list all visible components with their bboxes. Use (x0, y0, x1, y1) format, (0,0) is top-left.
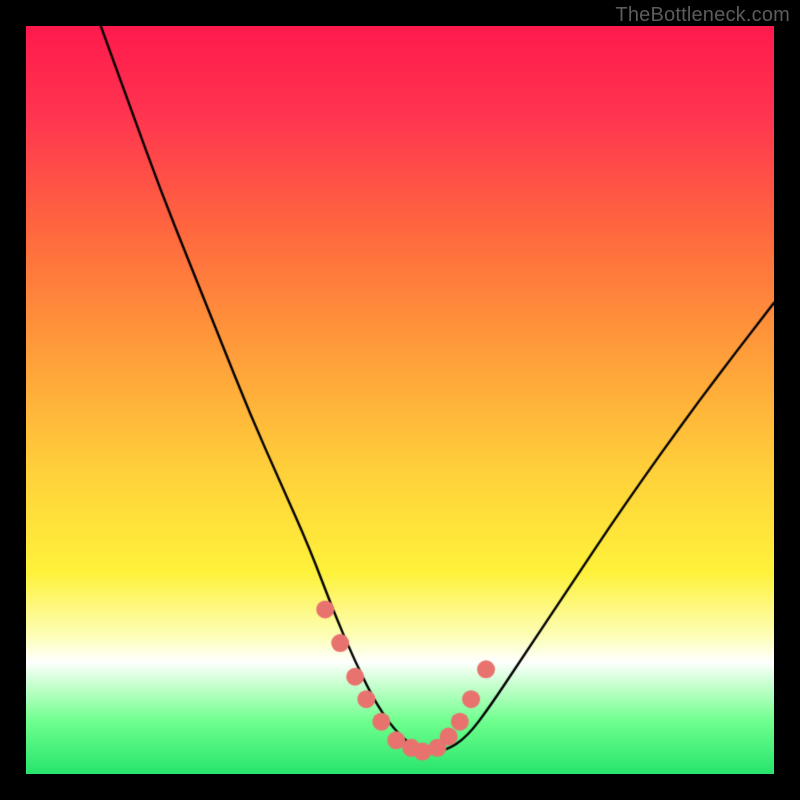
chart-frame: TheBottleneck.com (0, 0, 800, 800)
watermark-text: TheBottleneck.com (615, 4, 790, 27)
plot-area (26, 26, 774, 774)
curve-canvas (26, 26, 774, 774)
